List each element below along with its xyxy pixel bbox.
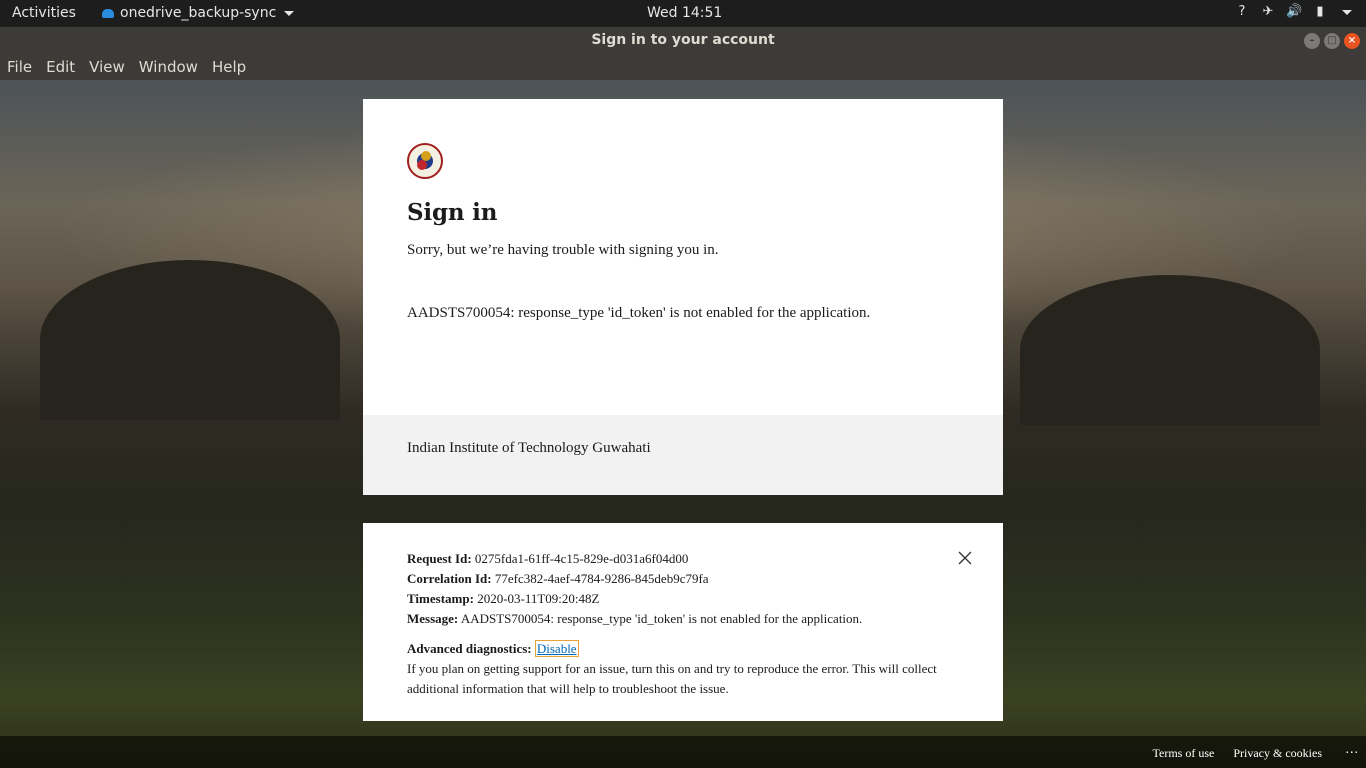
signin-title: Sign in — [407, 199, 498, 226]
onedrive-icon — [102, 9, 114, 18]
terms-of-use-link[interactable]: Terms of use — [1153, 746, 1215, 761]
clock[interactable]: Wed 14:51 — [647, 5, 722, 21]
correlation-id-value: 77efc382-4aef-4784-9286-845deb9c79fa — [494, 571, 709, 586]
privacy-cookies-link[interactable]: Privacy & cookies — [1233, 746, 1322, 761]
diagnostics-panel: Request Id: 0275fda1-61ff-4c15-829e-d031… — [363, 523, 1003, 721]
disable-link[interactable]: Disable — [534, 640, 579, 657]
app-menu-label: onedrive_backup-sync — [120, 5, 277, 21]
error-message: AADSTS700054: response_type 'id_token' i… — [407, 305, 871, 321]
system-menu-caret-icon[interactable] — [1338, 4, 1354, 20]
menu-edit[interactable]: Edit — [46, 58, 83, 76]
timestamp-row: Timestamp: 2020-03-11T09:20:48Z — [407, 589, 959, 609]
message-label: Message: — [407, 611, 459, 626]
minimize-button[interactable]: – — [1304, 33, 1320, 49]
airplane-icon[interactable]: ✈ — [1260, 4, 1276, 20]
menu-help[interactable]: Help — [212, 58, 254, 76]
message-row: Message: AADSTS700054: response_type 'id… — [407, 609, 959, 629]
timestamp-label: Timestamp: — [407, 591, 474, 606]
browser-content: Sign in Sorry, but we’re having trouble … — [0, 80, 1366, 768]
menu-bar: File Edit View Window Help — [0, 54, 1366, 80]
battery-icon[interactable]: ▮ — [1312, 4, 1328, 20]
message-value: AADSTS700054: response_type 'id_token' i… — [460, 611, 863, 626]
app-menu[interactable]: onedrive_backup-sync — [102, 5, 295, 21]
volume-icon[interactable]: 🔊 — [1286, 4, 1302, 20]
organization-logo — [407, 143, 443, 179]
background-hill — [1020, 275, 1320, 425]
gnome-top-bar: Activities onedrive_backup-sync Wed 14:5… — [0, 0, 1366, 27]
network-question-icon[interactable]: ? — [1234, 4, 1250, 20]
activities-button[interactable]: Activities — [12, 5, 76, 21]
menu-view[interactable]: View — [89, 58, 133, 76]
timestamp-value: 2020-03-11T09:20:48Z — [477, 591, 600, 606]
window-title: Sign in to your account — [591, 32, 775, 48]
more-options-button[interactable]: ... — [1346, 742, 1360, 758]
chevron-down-icon — [284, 10, 295, 16]
close-button[interactable]: × — [1344, 33, 1360, 49]
window-titlebar[interactable]: Sign in to your account – □ × — [0, 27, 1366, 54]
correlation-id-row: Correlation Id: 77efc382-4aef-4784-9286-… — [407, 569, 959, 589]
page-footer: Terms of use Privacy & cookies ... — [0, 736, 1366, 768]
background-hill — [40, 260, 340, 420]
system-tray[interactable]: ? ✈ 🔊 ▮ — [1234, 4, 1354, 20]
close-icon[interactable] — [957, 550, 973, 566]
advanced-diagnostics-help: If you plan on getting support for an is… — [407, 661, 937, 696]
menu-file[interactable]: File — [7, 58, 40, 76]
signin-subtitle: Sorry, but we’re having trouble with sig… — [407, 242, 719, 258]
organization-name: Indian Institute of Technology Guwahati — [407, 440, 651, 456]
advanced-diagnostics-row: Advanced diagnostics: Disable — [407, 639, 959, 659]
correlation-id-label: Correlation Id: — [407, 571, 492, 586]
request-id-label: Request Id: — [407, 551, 472, 566]
request-id-value: 0275fda1-61ff-4c15-829e-d031a6f04d00 — [474, 551, 689, 566]
menu-window[interactable]: Window — [139, 58, 206, 76]
request-id-row: Request Id: 0275fda1-61ff-4c15-829e-d031… — [407, 549, 959, 569]
advanced-diagnostics-label: Advanced diagnostics: — [407, 641, 532, 656]
organization-banner: Indian Institute of Technology Guwahati — [363, 415, 1003, 495]
maximize-button[interactable]: □ — [1324, 33, 1340, 49]
